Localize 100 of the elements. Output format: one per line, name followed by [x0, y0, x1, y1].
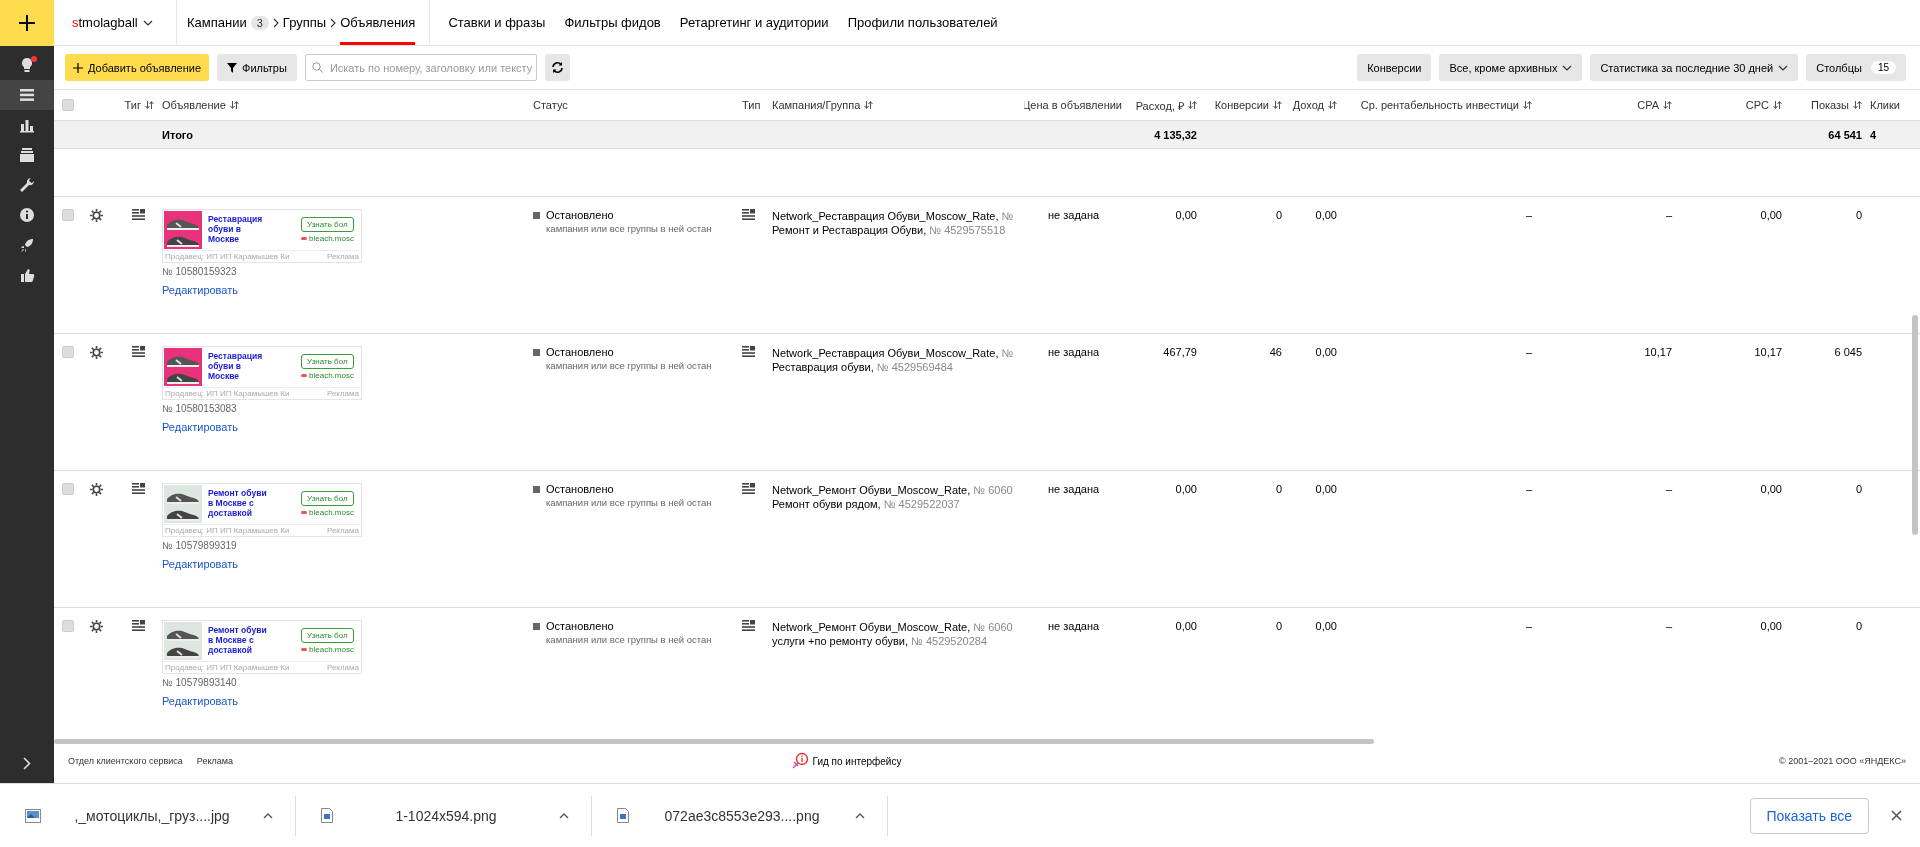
download-item[interactable]: 072ae3c8553e293....png — [592, 795, 888, 836]
refresh-button[interactable] — [544, 54, 570, 81]
breadcrumb-link[interactable]: Объявления — [340, 0, 416, 45]
column-header[interactable]: Кампания/Группа — [772, 99, 1024, 111]
account-switcher[interactable]: stmolagball — [54, 0, 177, 45]
table-cell-text: не задана — [1047, 483, 1101, 495]
edit-link[interactable]: Редактировать — [162, 284, 533, 296]
sort-icon[interactable] — [145, 100, 154, 110]
nav-tab[interactable]: Профили пользователей — [847, 15, 998, 30]
text-lines-icon — [132, 346, 145, 357]
ad-title: Реставрация обуви в Москве — [208, 352, 264, 382]
table-cell-text: 46 — [1268, 346, 1283, 358]
table-cell-text: 0 — [1854, 483, 1863, 495]
sort-icon[interactable] — [1523, 100, 1532, 110]
settings-icon[interactable] — [90, 346, 103, 359]
nav-tab[interactable]: Фильтры фидов — [564, 15, 661, 30]
add-ad-button[interactable]: Добавить объявление — [65, 54, 210, 81]
stack-icon — [18, 146, 36, 164]
column-header[interactable]: CPA — [1540, 99, 1680, 111]
text-lines-icon — [132, 620, 145, 631]
sort-icon[interactable] — [864, 100, 874, 110]
chevron-up-icon[interactable] — [263, 812, 273, 819]
table-cell-text: 0 — [1274, 620, 1283, 632]
status-indicator — [533, 211, 540, 219]
chevron-up-icon[interactable] — [559, 812, 569, 819]
download-item[interactable]: 1-1024x594.png — [296, 795, 592, 836]
table-cell-text: не задана — [1047, 346, 1101, 358]
table-cell-text: 0,00 — [1174, 209, 1198, 221]
text-lines-icon — [742, 346, 755, 357]
checkbox[interactable] — [62, 346, 74, 358]
guide-icon[interactable] — [790, 752, 809, 770]
table-cell-text: 0,00 — [1759, 483, 1783, 495]
column-header[interactable]: Тиг — [120, 99, 162, 111]
guide-link[interactable]: Гид по интерфейсу — [812, 755, 902, 767]
toolbar-button[interactable]: Столбцы 15 — [1806, 54, 1906, 81]
link-icon — [301, 648, 307, 651]
column-header[interactable]: Конверсии — [1205, 99, 1290, 111]
settings-icon[interactable] — [90, 209, 103, 222]
sort-icon[interactable] — [1663, 100, 1672, 110]
sort-icon[interactable] — [1773, 100, 1782, 110]
add-button[interactable] — [0, 0, 54, 46]
search-field[interactable]: Искать по номеру, заголовку или тексту — [304, 54, 537, 81]
edit-link[interactable]: Редактировать — [162, 695, 533, 707]
column-header[interactable]: Ср. рентабельность инвестици — [1345, 99, 1540, 111]
table-cell-text: 0 — [1854, 620, 1863, 632]
refresh-icon — [550, 61, 564, 74]
checkbox[interactable] — [62, 620, 74, 632]
filters-button[interactable]: Фильтры — [217, 54, 297, 81]
nav-tab[interactable]: Ставки и фразы — [448, 15, 546, 30]
breadcrumb-link[interactable]: Кампании — [187, 0, 247, 45]
link-icon — [301, 237, 307, 240]
checkbox[interactable] — [62, 209, 74, 221]
chevron-down-icon — [1562, 64, 1573, 71]
table-cell-text: 0,00 — [1174, 483, 1198, 495]
scrollbar[interactable] — [1912, 315, 1918, 535]
column-header[interactable]: Расход, ₽ — [1130, 97, 1205, 113]
seller-text: Продавец: ИП ИП Карамышев Ки — [165, 526, 290, 535]
column-header[interactable]: Доход — [1290, 99, 1345, 111]
footer-link[interactable]: Реклама — [196, 756, 233, 766]
status-text: Остановлено — [546, 620, 614, 632]
nav-tab[interactable]: Ретаргетинг и аудитории — [679, 15, 829, 30]
sidebar-item[interactable] — [0, 80, 54, 110]
sort-icon[interactable] — [1273, 100, 1282, 110]
ad-label: Реклама — [326, 526, 359, 535]
group-name: Ремонт обуви рядом, № 4529522037 — [772, 498, 960, 511]
wrench-icon — [18, 176, 36, 194]
scrollbar[interactable] — [54, 739, 1374, 744]
checkbox[interactable] — [62, 483, 74, 495]
column-header[interactable]: Показы — [1790, 99, 1870, 111]
sort-icon[interactable] — [1188, 100, 1197, 110]
table-cell-text: – — [1524, 346, 1533, 358]
settings-icon[interactable] — [90, 483, 103, 496]
file-icon — [321, 808, 333, 823]
info-icon — [18, 206, 36, 224]
ad-label: Реклама — [326, 389, 359, 398]
sort-icon[interactable] — [1853, 100, 1862, 110]
sort-icon[interactable] — [229, 100, 239, 110]
text-lines-icon — [132, 209, 145, 220]
table-cell-text: 0,00 — [1759, 620, 1783, 632]
table-cell-text: 10,17 — [1643, 346, 1673, 358]
table-cell-text: – — [1524, 209, 1533, 221]
show-all-button[interactable]: Показать все — [1749, 797, 1869, 834]
column-header[interactable]: Объявление — [162, 99, 533, 111]
column-header[interactable]: CPC — [1680, 99, 1790, 111]
status-indicator — [533, 348, 540, 356]
ad-domain: bleach.mosc — [301, 371, 354, 380]
edit-link[interactable]: Редактировать — [162, 558, 533, 570]
footer-link[interactable]: Отдел клиентского сервиса — [68, 756, 183, 766]
sort-icon[interactable] — [1328, 100, 1337, 110]
toolbar-button[interactable]: Конверсии — [1357, 54, 1432, 81]
breadcrumb-link[interactable]: Группы — [282, 0, 327, 45]
dropdown-button[interactable]: Статистика за последние 30 дней — [1590, 54, 1799, 81]
dropdown-button[interactable]: Все, кроме архивных — [1439, 54, 1583, 81]
chevron-up-icon[interactable] — [855, 812, 865, 819]
download-item[interactable]: ,_мотоциклы,_груз....jpg — [0, 795, 296, 836]
table-cell-text: 6 045 — [1833, 346, 1863, 358]
edit-link[interactable]: Редактировать — [162, 421, 533, 433]
settings-icon[interactable] — [90, 620, 103, 633]
checkbox[interactable] — [62, 99, 74, 111]
close-icon[interactable] — [1891, 810, 1902, 821]
